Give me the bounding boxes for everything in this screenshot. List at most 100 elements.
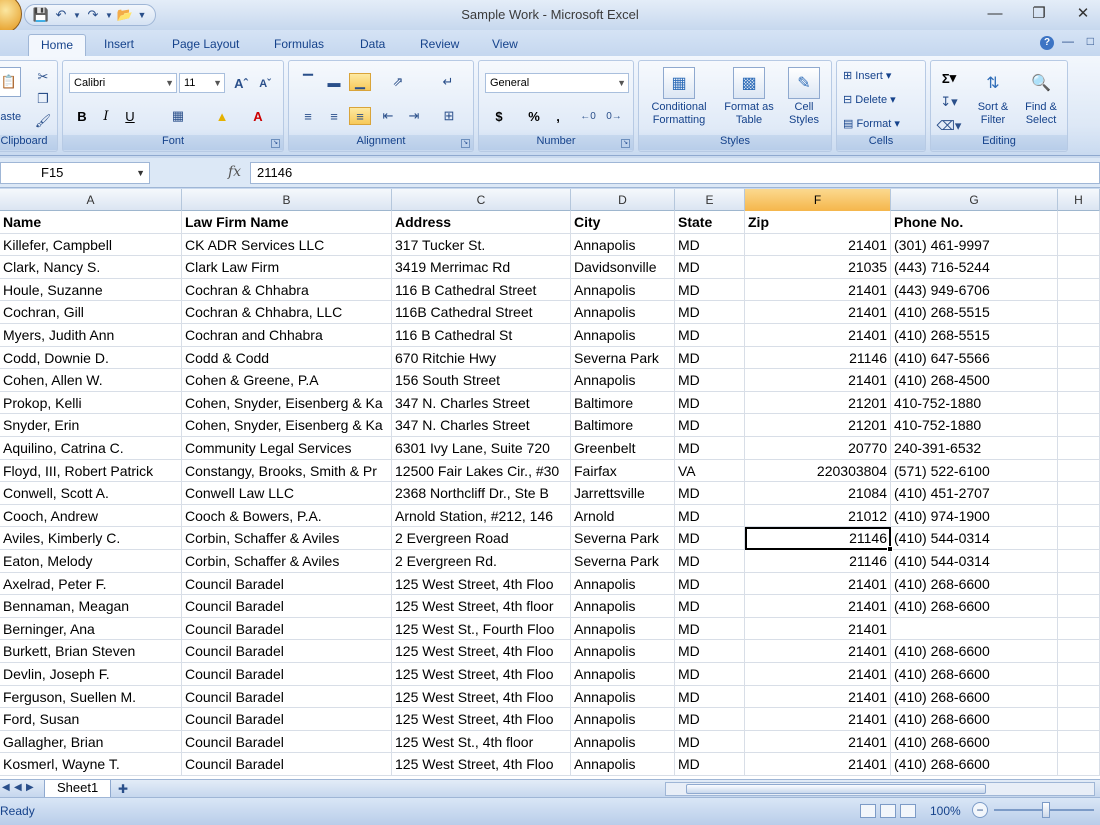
table-cell[interactable]: 125 West Street, 4th Floo	[392, 663, 571, 686]
table-cell[interactable]: (410) 268-5515	[891, 324, 1058, 347]
table-cell[interactable]: 317 Tucker St.	[392, 233, 571, 257]
table-cell[interactable]: MD	[675, 369, 745, 392]
table-cell[interactable]: Council Baradel	[182, 730, 392, 754]
table-cell[interactable]: 21401	[745, 278, 891, 302]
table-cell[interactable]: Cochran, Gill	[0, 301, 182, 324]
table-cell[interactable]: (571) 522-6100	[891, 459, 1058, 483]
table-cell[interactable]: 21401	[745, 572, 891, 596]
table-cell[interactable]: 21401	[745, 685, 891, 709]
table-cell[interactable]: MD	[675, 617, 745, 641]
table-cell[interactable]	[1058, 459, 1100, 483]
table-cell[interactable]: MD	[675, 504, 745, 528]
table-cell[interactable]: Greenbelt	[571, 437, 675, 460]
table-cell[interactable]: MD	[675, 346, 745, 370]
sheet-tab-sheet1[interactable]: Sheet1	[44, 780, 112, 798]
table-cell[interactable]: Cohen & Greene, P.A	[182, 369, 392, 392]
page-layout-view-icon[interactable]	[880, 804, 896, 818]
table-cell[interactable]: Council Baradel	[182, 708, 392, 731]
fill-handle[interactable]	[887, 546, 893, 552]
table-cell[interactable]: CK ADR Services LLC	[182, 233, 392, 257]
table-cell[interactable]: 2 Evergreen Rd.	[392, 550, 571, 573]
table-cell[interactable]: MD	[675, 685, 745, 709]
table-cell[interactable]: 116B Cathedral Street	[392, 301, 571, 324]
table-cell[interactable]: Houle, Suzanne	[0, 278, 182, 302]
cut-icon[interactable]: ✂	[35, 69, 51, 85]
table-cell[interactable]: 21146	[745, 550, 891, 573]
decrease-indent-icon[interactable]: ⇤	[377, 107, 399, 125]
table-cell[interactable]: 21401	[745, 730, 891, 754]
table-cell[interactable]: 21401	[745, 617, 891, 641]
insert-sheet-icon[interactable]: ✚	[118, 782, 128, 796]
font-dialog-launcher-icon[interactable]: ↘	[271, 139, 280, 148]
table-cell[interactable]	[1058, 504, 1100, 528]
table-cell[interactable]: MD	[675, 595, 745, 618]
font-name-combo[interactable]: Calibri ▼	[69, 73, 177, 93]
column-header-g[interactable]: G	[891, 189, 1058, 211]
ribbon-minimize-icon[interactable]: —	[1062, 34, 1074, 48]
table-cell[interactable]: (301) 461-9997	[891, 233, 1058, 257]
table-cell[interactable]: 21084	[745, 482, 891, 505]
header-cell[interactable]: Phone No.	[891, 211, 1058, 234]
tab-home[interactable]: Home	[28, 34, 87, 56]
table-cell[interactable]: Annapolis	[571, 595, 675, 618]
table-cell[interactable]: Clark, Nancy S.	[0, 256, 182, 279]
align-left-icon[interactable]: ≡	[297, 107, 319, 125]
table-cell[interactable]: 220303804	[745, 459, 891, 483]
number-format-combo[interactable]: General ▼	[485, 73, 629, 93]
table-cell[interactable]: Annapolis	[571, 685, 675, 709]
zoom-level[interactable]: 100%	[930, 804, 961, 818]
table-cell[interactable]: Cochran & Chhabra, LLC	[182, 301, 392, 324]
zoom-slider-thumb[interactable]	[1042, 802, 1050, 818]
table-cell[interactable]: Severna Park	[571, 346, 675, 370]
table-cell[interactable]: 125 West Street, 4th floor	[392, 595, 571, 618]
table-cell[interactable]: MD	[675, 414, 745, 437]
table-cell[interactable]	[1058, 730, 1100, 754]
table-cell[interactable]: (410) 268-6600	[891, 663, 1058, 686]
column-header-b[interactable]: B	[182, 189, 392, 211]
header-cell[interactable]	[1058, 211, 1100, 234]
grow-font-icon[interactable]: Aˆ	[231, 73, 251, 93]
table-cell[interactable]: Cochran & Chhabra	[182, 278, 392, 302]
table-cell[interactable]: (410) 974-1900	[891, 504, 1058, 528]
minimize-icon[interactable]: —	[982, 2, 1008, 26]
table-cell[interactable]	[1058, 617, 1100, 641]
table-cell[interactable]: Cohen, Snyder, Eisenberg & Ka	[182, 414, 392, 437]
comma-style-button[interactable]: ,	[549, 107, 567, 125]
table-cell[interactable]: Berninger, Ana	[0, 617, 182, 641]
table-cell[interactable]: Annapolis	[571, 324, 675, 347]
column-header-a[interactable]: A	[0, 189, 182, 211]
table-cell[interactable]	[1058, 685, 1100, 709]
table-cell[interactable]	[1058, 753, 1100, 776]
table-cell[interactable]: 670 Ritchie Hwy	[392, 346, 571, 370]
table-cell[interactable]: 125 West Street, 4th Floo	[392, 685, 571, 709]
table-cell[interactable]: Community Legal Services	[182, 437, 392, 460]
table-cell[interactable]: 125 West St., 4th floor	[392, 730, 571, 754]
table-cell[interactable]: MD	[675, 640, 745, 663]
table-cell[interactable]: MD	[675, 753, 745, 776]
table-cell[interactable]: 20770	[745, 437, 891, 460]
table-cell[interactable]: Annapolis	[571, 753, 675, 776]
table-cell[interactable]: Devlin, Joseph F.	[0, 663, 182, 686]
table-cell[interactable]: 21146	[745, 346, 891, 370]
shrink-font-icon[interactable]: Aˇ	[255, 75, 275, 93]
table-cell[interactable]: 347 N. Charles Street	[392, 414, 571, 437]
conditional-formatting-button[interactable]: ▦ Conditional Formatting	[643, 67, 715, 127]
table-cell[interactable]: MD	[675, 730, 745, 754]
table-cell[interactable]: Annapolis	[571, 730, 675, 754]
table-cell[interactable]	[1058, 256, 1100, 279]
header-cell[interactable]: Law Firm Name	[182, 211, 392, 234]
table-cell[interactable]: 116 B Cathedral St	[392, 324, 571, 347]
accounting-format-button[interactable]: $	[487, 107, 511, 125]
paste-label[interactable]: Paste	[0, 111, 21, 123]
table-cell[interactable]: Ferguson, Suellen M.	[0, 685, 182, 709]
table-cell[interactable]: Council Baradel	[182, 685, 392, 709]
borders-icon[interactable]: ▦	[163, 107, 193, 125]
align-right-icon[interactable]: ≡	[349, 107, 371, 125]
table-cell[interactable]: MD	[675, 572, 745, 596]
table-cell[interactable]: Annapolis	[571, 278, 675, 302]
table-cell[interactable]	[1058, 595, 1100, 618]
table-cell[interactable]: (410) 268-6600	[891, 595, 1058, 618]
increase-indent-icon[interactable]: ⇥	[403, 107, 425, 125]
table-cell[interactable]: Baltimore	[571, 414, 675, 437]
number-dialog-launcher-icon[interactable]: ↘	[621, 139, 630, 148]
